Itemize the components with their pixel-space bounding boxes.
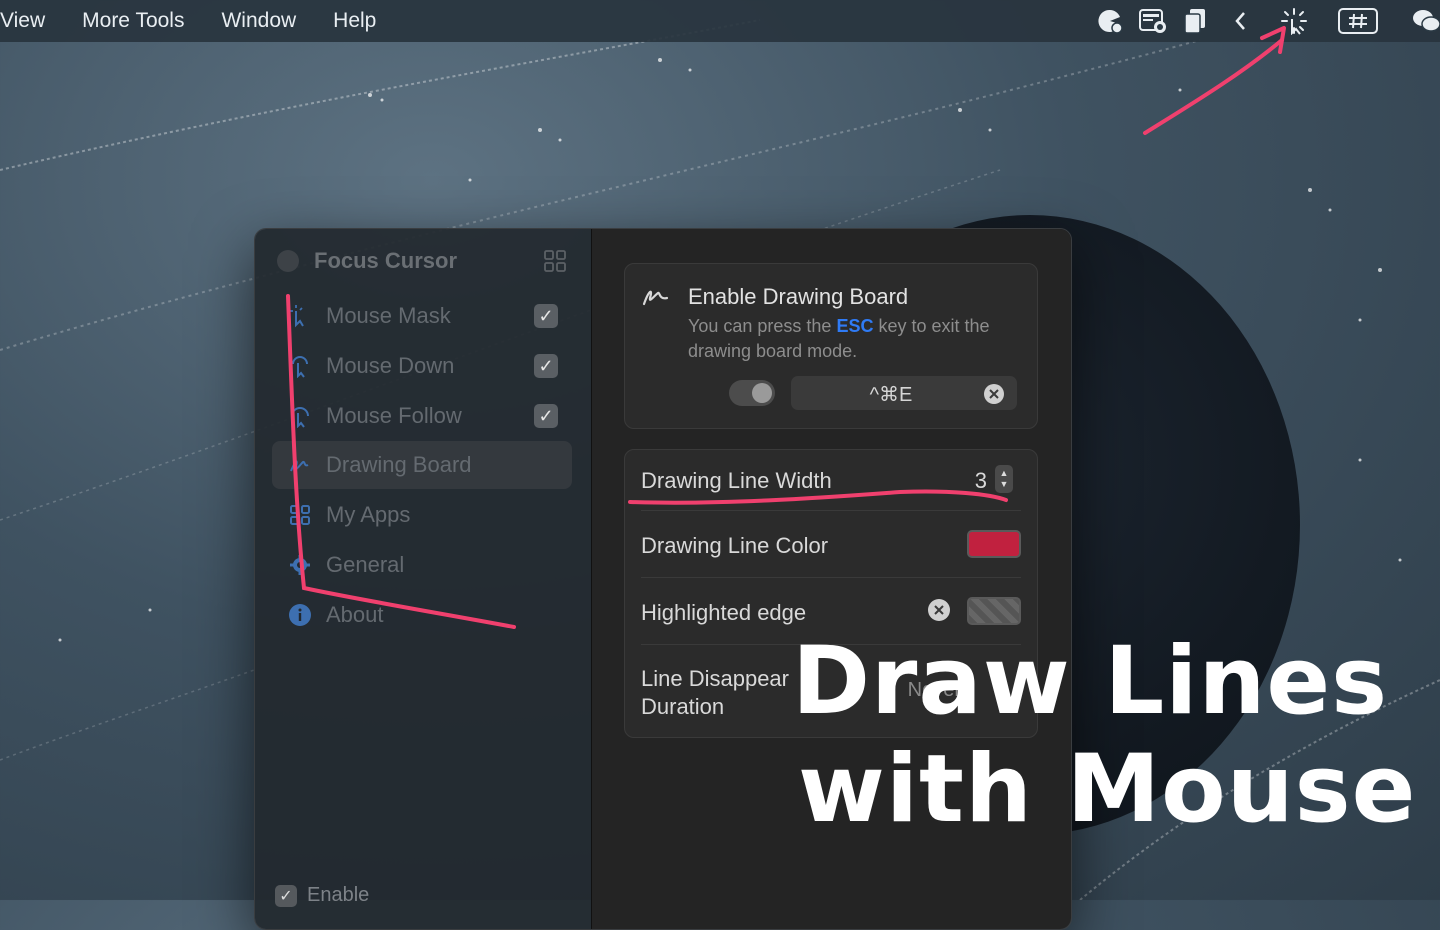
sidebar-item-about[interactable]: About: [272, 591, 572, 639]
line-width-label: Drawing Line Width: [641, 468, 832, 493]
menu-more-tools[interactable]: More Tools: [82, 9, 184, 33]
squiggle-icon: [641, 284, 671, 315]
chevron-down-icon[interactable]: ▼: [1000, 479, 1009, 490]
app-logo: [277, 250, 299, 272]
line-color-row: Drawing Line Color: [641, 511, 1021, 578]
clear-edge-icon[interactable]: [927, 598, 951, 627]
clear-shortcut-icon[interactable]: [983, 383, 1005, 410]
sidebar: Focus Cursor Mouse Mask ✓ Mouse Down ✓ M…: [255, 229, 592, 929]
chevron-left-icon[interactable]: [1234, 10, 1248, 32]
mouse-down-checkbox[interactable]: ✓: [534, 354, 558, 378]
sidebar-item-label: Mouse Follow: [326, 403, 462, 428]
calendar-icon[interactable]: [1138, 7, 1168, 35]
mouse-follow-checkbox[interactable]: ✓: [534, 404, 558, 428]
sidebar-item-label: Mouse Mask: [326, 303, 451, 328]
sidebar-item-label: About: [326, 602, 384, 627]
sidebar-item-general[interactable]: General: [272, 541, 572, 589]
gear-icon: [288, 553, 312, 577]
enable-drawing-card: Enable Drawing Board You can press the E…: [624, 263, 1038, 429]
enable-row[interactable]: ✓ Enable: [275, 884, 369, 907]
edge-color-well[interactable]: [967, 597, 1021, 625]
sidebar-item-mouse-mask[interactable]: Mouse Mask ✓: [272, 292, 572, 340]
sidebar-item-mouse-down[interactable]: Mouse Down ✓: [272, 342, 572, 390]
menu-view[interactable]: View: [0, 9, 45, 33]
sidebar-item-label: Drawing Board: [326, 452, 472, 477]
sidebar-item-mouse-follow[interactable]: Mouse Follow ✓: [272, 392, 572, 440]
app-header: Focus Cursor: [277, 247, 567, 275]
shortcut-recorder[interactable]: ^⌘E: [791, 376, 1017, 410]
info-icon: [288, 603, 312, 627]
enable-drawing-toggle[interactable]: [729, 380, 775, 406]
line-width-stepper[interactable]: ▲ ▼: [995, 465, 1013, 493]
hash-icon[interactable]: [1338, 7, 1378, 35]
drawing-board-icon: [288, 453, 312, 477]
menu-window[interactable]: Window: [221, 9, 296, 33]
line-color-label: Drawing Line Color: [641, 533, 829, 558]
description-text: You can press the: [688, 316, 837, 336]
chevron-up-icon[interactable]: ▲: [1000, 468, 1009, 479]
enable-checkbox[interactable]: ✓: [275, 884, 297, 907]
grid-icon[interactable]: [543, 249, 567, 278]
line-color-well[interactable]: [967, 530, 1021, 558]
mouse-mask-checkbox[interactable]: ✓: [534, 304, 558, 328]
focus-cursor-icon[interactable]: [1280, 7, 1308, 35]
sidebar-item-label: Mouse Down: [326, 353, 455, 378]
menu-bar: View More Tools Window Help: [0, 0, 1440, 42]
app-title: Focus Cursor: [314, 248, 458, 273]
wechat-icon[interactable]: [1412, 7, 1440, 35]
toggle-knob: [752, 383, 772, 403]
enable-label: Enable: [307, 884, 370, 906]
line-width-value[interactable]: 3: [975, 468, 987, 494]
highlighted-edge-label: Highlighted edge: [641, 600, 807, 625]
promo-line-2: with Mouse: [798, 735, 1417, 844]
sidebar-item-my-apps[interactable]: My Apps: [272, 491, 572, 539]
shortcut-value: ^⌘E: [869, 384, 913, 406]
my-apps-icon: [288, 503, 312, 527]
mouse-mask-icon: [288, 304, 312, 328]
documents-icon[interactable]: [1182, 7, 1208, 35]
esc-key-label: ESC: [836, 316, 874, 336]
mouse-down-icon: [288, 354, 312, 378]
promo-caption: Draw Lines with Mouse: [792, 628, 1432, 844]
enable-drawing-description: You can press the ESC key to exit the dr…: [688, 314, 1018, 364]
mouse-follow-icon: [288, 404, 312, 428]
sidebar-item-label: General: [326, 552, 405, 577]
sidebar-item-label: My Apps: [326, 502, 411, 527]
line-width-row: Drawing Line Width 3 ▲ ▼: [641, 450, 1021, 511]
enable-drawing-title: Enable Drawing Board: [688, 284, 909, 309]
pacman-icon[interactable]: [1096, 7, 1124, 35]
sidebar-item-drawing-board[interactable]: Drawing Board: [272, 441, 572, 489]
promo-line-1: Draw Lines: [792, 627, 1389, 736]
menu-help[interactable]: Help: [333, 9, 376, 33]
